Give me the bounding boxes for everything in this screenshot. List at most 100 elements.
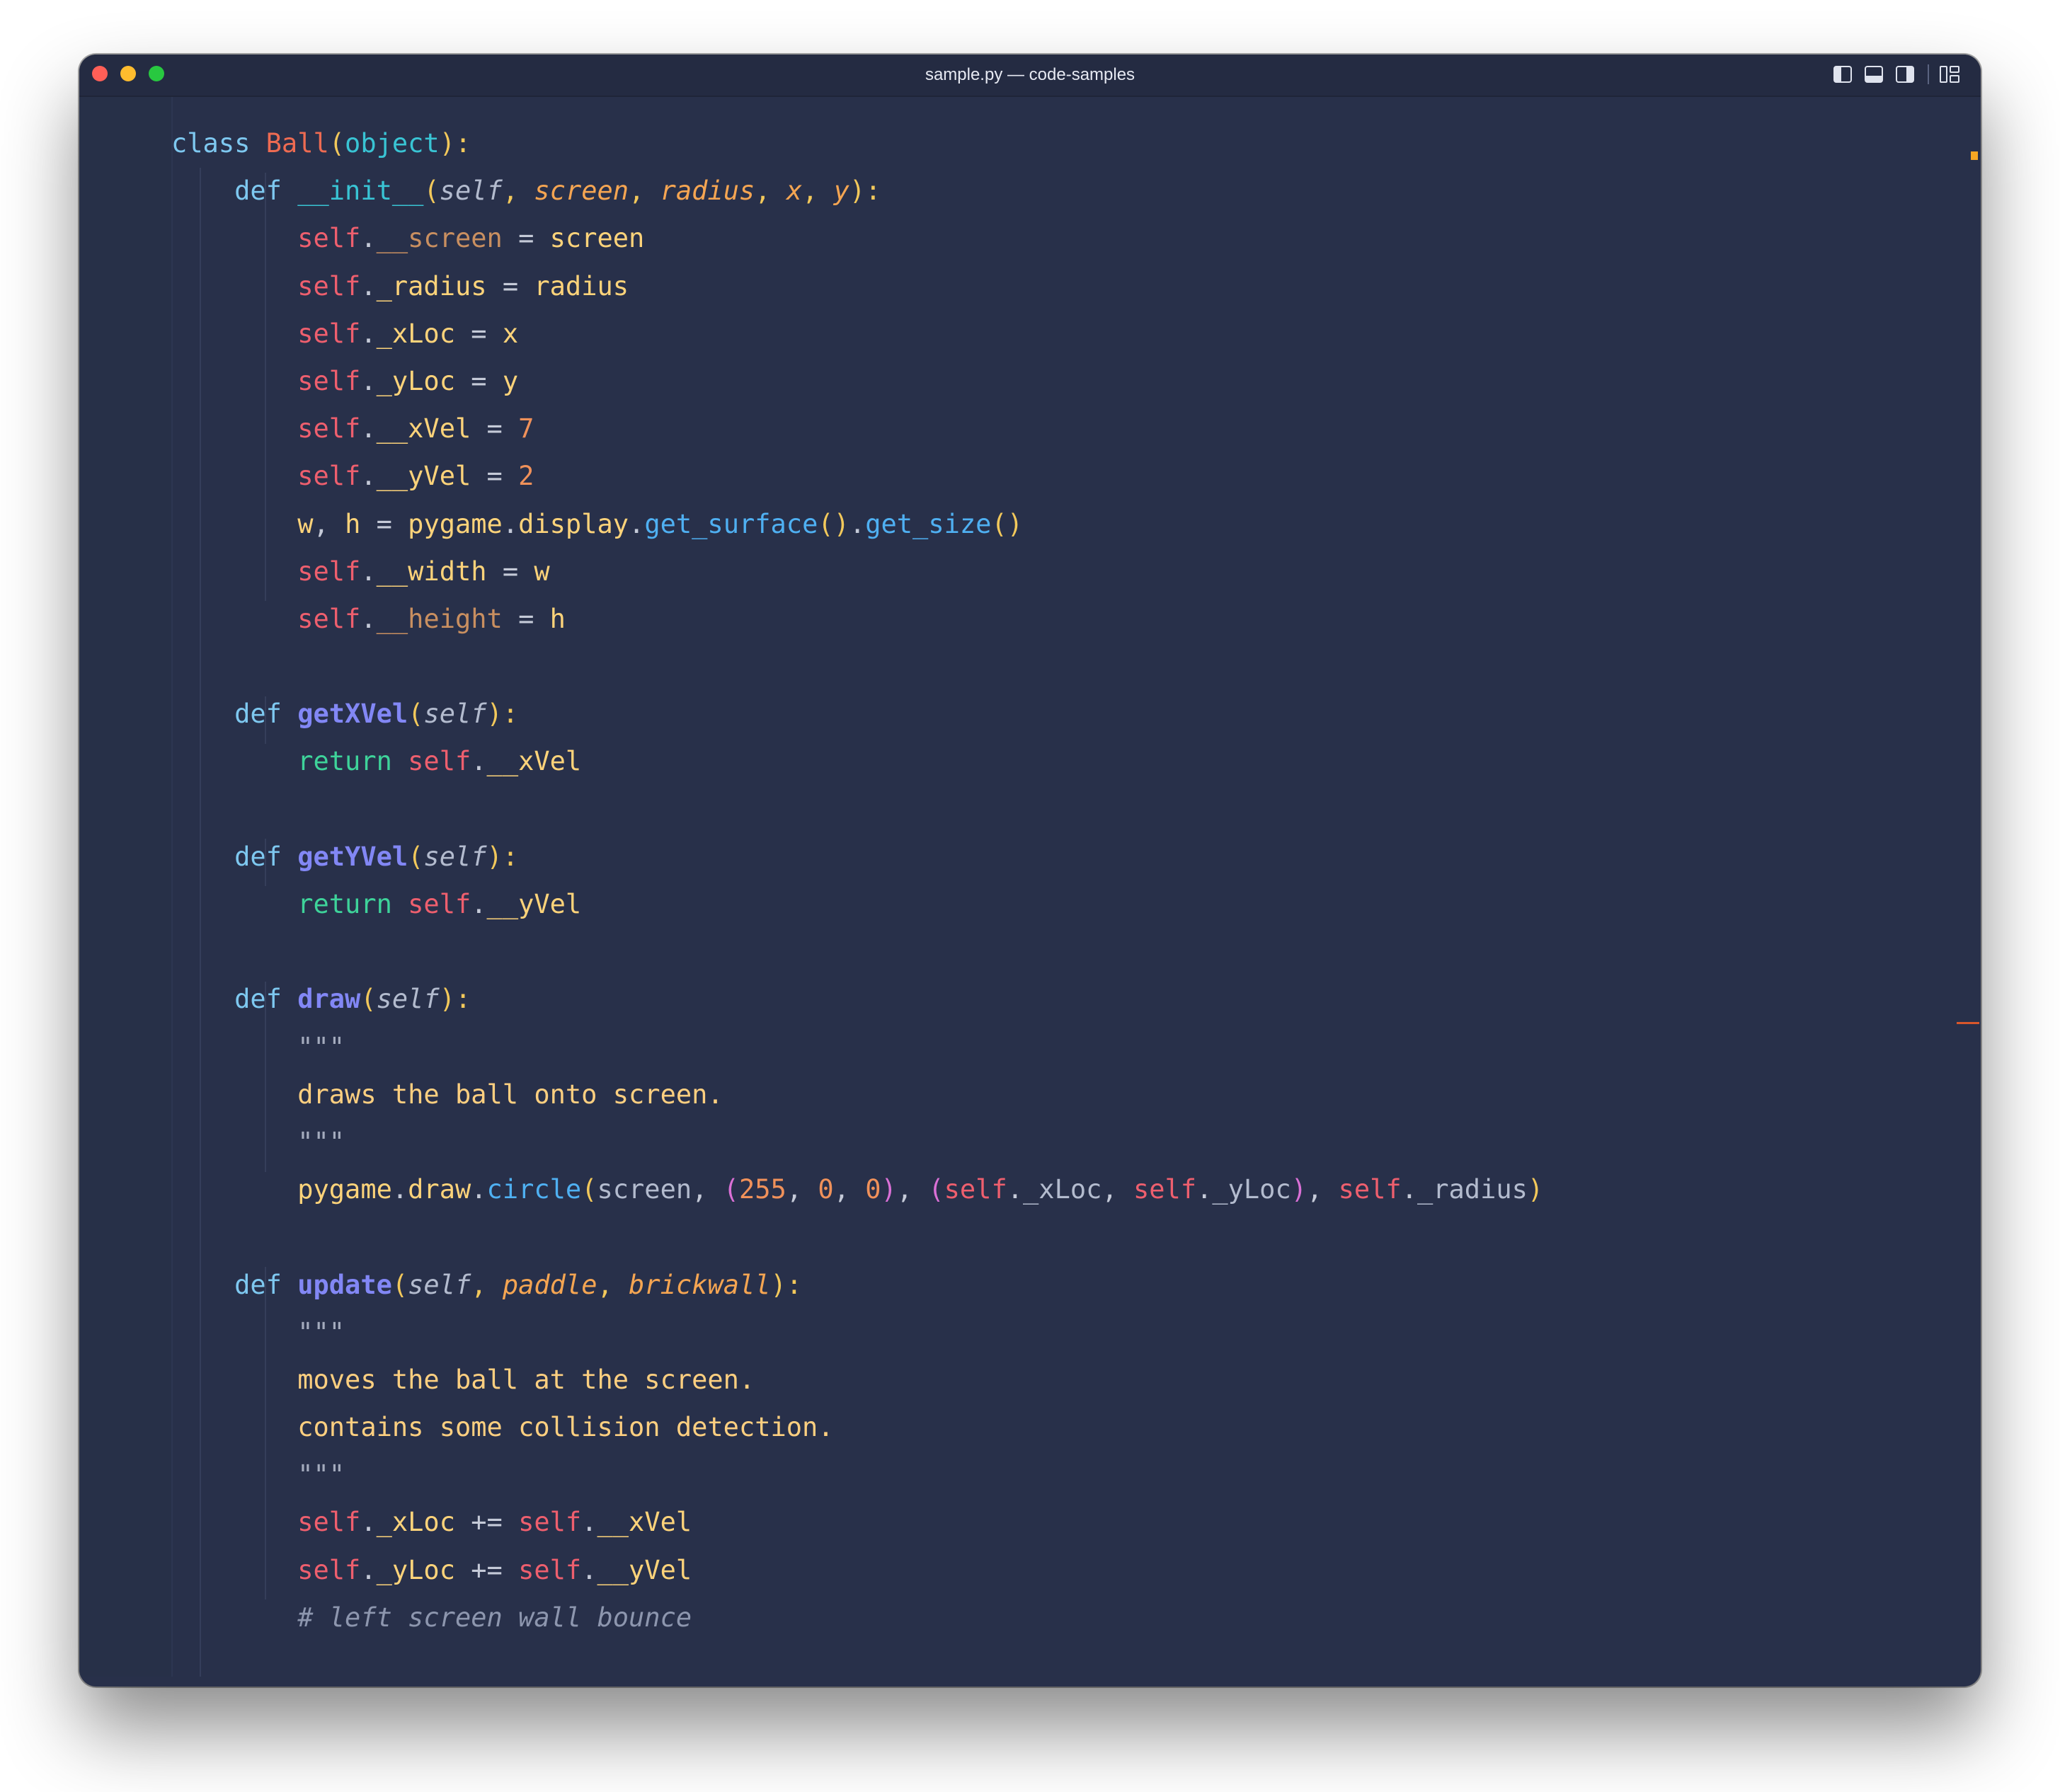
code-token: __screen	[376, 223, 503, 254]
code-token: y	[502, 365, 519, 396]
editor-window: sample.py — code-samples class Ball(obje…	[79, 54, 1981, 1687]
code-token: .	[360, 365, 377, 396]
code-token: (	[408, 699, 424, 730]
code-token: x	[502, 318, 519, 349]
code-token: +=	[455, 1507, 519, 1538]
code-token: brickwall	[629, 1269, 771, 1300]
code-token: __height	[376, 603, 503, 634]
code-line: def __init__(self, screen, radius, x, y)…	[171, 167, 1543, 214]
code-token: getXVel	[297, 699, 408, 730]
code-line: """	[171, 1118, 1543, 1166]
code-token: ):	[486, 699, 519, 730]
indent-guide	[265, 981, 266, 1172]
code-token: __yVel	[376, 461, 471, 492]
code-token: +=	[455, 1554, 519, 1585]
code-token: ,	[692, 1174, 723, 1205]
code-token: self	[408, 1269, 471, 1300]
code-token: self	[408, 746, 471, 777]
code-token: _yLoc	[376, 365, 455, 396]
code-token: h	[549, 603, 566, 634]
code-token: .	[360, 413, 377, 444]
code-token: self	[376, 984, 440, 1015]
code-token: .	[360, 318, 377, 349]
code-token: _radius	[1417, 1174, 1528, 1205]
code-token: .	[1401, 1174, 1417, 1205]
code-token: display	[518, 508, 629, 539]
code-line: self.__yVel = 2	[171, 452, 1543, 500]
code-token: __xVel	[376, 413, 471, 444]
sidebar-right-layout-icon[interactable]	[1896, 66, 1914, 83]
customize-layout-icon[interactable]	[1940, 66, 1959, 83]
code-token: =	[471, 413, 519, 444]
code-token: screen	[549, 223, 645, 254]
code-token: w	[297, 508, 314, 539]
code-token: =	[455, 318, 503, 349]
code-token: self	[408, 889, 471, 919]
code-token: _xLoc	[376, 318, 455, 349]
code-token: (	[928, 1174, 944, 1205]
window-title: sample.py — code-samples	[925, 65, 1135, 84]
code-token: # left screen wall bounce	[297, 1602, 692, 1633]
code-area[interactable]: class Ball(object): def __init__(self, s…	[171, 120, 1543, 1641]
code-line: return self.__xVel	[171, 737, 1543, 785]
code-token: self	[423, 699, 487, 730]
code-token: (	[360, 984, 377, 1015]
code-token: ):	[439, 128, 471, 159]
code-token: .	[360, 270, 377, 301]
code-token: pygame	[297, 1174, 392, 1205]
code-token: (	[391, 1269, 408, 1300]
code-token: get_surface	[644, 508, 818, 539]
code-line: def getYVel(self):	[171, 833, 1543, 880]
code-token: )	[1291, 1174, 1307, 1205]
code-token: self	[297, 1507, 361, 1538]
code-token: .	[471, 889, 487, 919]
code-token: )	[881, 1174, 897, 1205]
scrollbar-marker-line	[1957, 1022, 1979, 1024]
code-token: ,	[802, 176, 834, 207]
sidebar-left-layout-icon[interactable]	[1833, 66, 1852, 83]
code-token: .	[581, 1507, 597, 1538]
code-token: =	[502, 603, 550, 634]
indent-guide	[265, 1267, 266, 1600]
code-token: =	[502, 223, 550, 254]
panel-bottom-layout-icon[interactable]	[1865, 66, 1883, 83]
title-bar: sample.py — code-samples	[79, 54, 1981, 97]
code-token: .	[502, 508, 519, 539]
code-token: paddle	[502, 1269, 597, 1300]
code-token: x	[786, 176, 803, 207]
code-line: w, h = pygame.display.get_surface().get_…	[171, 500, 1543, 548]
indent-guide	[265, 839, 266, 887]
code-line: pygame.draw.circle(screen, (255, 0, 0), …	[171, 1166, 1543, 1213]
code-token: self	[1338, 1174, 1402, 1205]
code-token: self	[297, 318, 361, 349]
code-token: .	[360, 461, 377, 492]
scrollbar-marker	[1971, 151, 1978, 160]
code-token: pygame	[408, 508, 503, 539]
code-line: """	[171, 1451, 1543, 1498]
code-line: self.__height = h	[171, 595, 1543, 643]
code-token: .	[391, 1174, 408, 1205]
code-token: __yVel	[597, 1554, 692, 1585]
code-token: (	[423, 176, 440, 207]
code-token: ()	[991, 508, 1023, 539]
code-token: draw	[408, 1174, 471, 1205]
code-token: self	[297, 413, 361, 444]
title-bar-divider	[1928, 64, 1929, 84]
code-token: ,	[629, 176, 660, 207]
code-line: """	[171, 1309, 1543, 1356]
code-token: getYVel	[297, 841, 408, 872]
code-token: self	[297, 461, 361, 492]
code-token: draw	[297, 984, 361, 1015]
code-token: 0	[865, 1174, 881, 1205]
code-token: ,	[896, 1174, 929, 1205]
code-token: self	[297, 270, 361, 301]
